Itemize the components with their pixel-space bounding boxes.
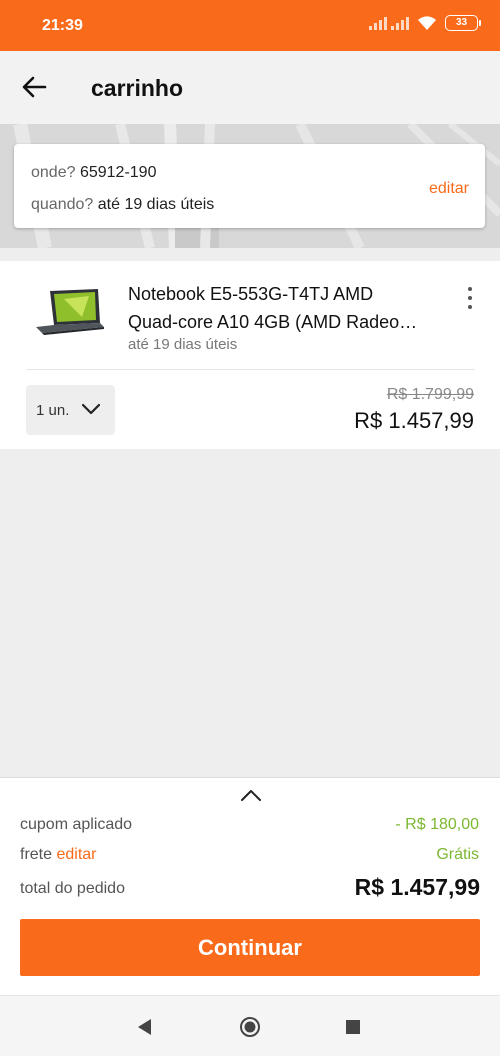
quantity-value: 1 un. [36, 402, 70, 419]
wifi-icon [418, 16, 436, 30]
edit-delivery-link[interactable]: editar [429, 180, 469, 198]
delivery-when-label: quando? [31, 196, 94, 213]
status-bar: 21:39 33 [0, 0, 500, 51]
order-summary: cupom aplicado - R$ 180,00 frete editar … [0, 777, 500, 995]
delivery-when-row: quando? até 19 dias úteis [31, 196, 214, 214]
signal-icon [369, 16, 409, 30]
cart-item: Notebook E5-553G-T4TJ AMD Quad-core A10 … [0, 261, 500, 449]
chevron-down-icon [81, 403, 101, 415]
status-icons: 33 [369, 15, 481, 31]
delivery-card: onde? 65912-190 quando? até 19 dias útei… [14, 144, 485, 228]
total-label: total do pedido [20, 880, 125, 897]
home-circle-icon[interactable] [239, 1016, 261, 1038]
product-name-line1: Notebook E5-553G-T4TJ AMD [128, 284, 374, 304]
shipping-value: Grátis [436, 846, 479, 863]
old-price: R$ 1.799,99 [386, 386, 474, 403]
current-price: R$ 1.457,99 [354, 408, 474, 433]
battery-icon: 33 [445, 15, 481, 31]
status-time: 21:39 [42, 17, 83, 34]
app-bar: carrinho [0, 51, 500, 124]
shipping-label: frete [20, 846, 53, 863]
delivery-where-label: onde? [31, 164, 76, 181]
product-eta: até 19 dias úteis [128, 336, 238, 353]
delivery-eta: até 19 dias úteis [97, 196, 215, 213]
coupon-value: - R$ 180,00 [395, 816, 479, 833]
system-nav-bar [0, 995, 500, 1056]
coupon-label: cupom aplicado [20, 816, 133, 833]
quantity-selector[interactable]: 1 un. [26, 385, 115, 435]
delivery-cep: 65912-190 [79, 164, 157, 181]
item-divider [26, 369, 475, 370]
total-value: R$ 1.457,99 [354, 874, 480, 900]
edit-shipping-link[interactable]: editar [56, 846, 96, 863]
product-name-line2: Quad-core A10 4GB (AMD Radeo… [128, 312, 418, 332]
product-thumbnail[interactable] [34, 287, 106, 335]
shipping-row-label: frete editar [20, 846, 97, 864]
arrow-back-icon[interactable] [20, 73, 48, 101]
back-triangle-icon[interactable] [134, 1016, 156, 1038]
product-name[interactable]: Notebook E5-553G-T4TJ AMD Quad-core A10 … [128, 280, 448, 336]
continue-button[interactable]: Continuar [20, 919, 480, 976]
chevron-up-icon[interactable] [240, 788, 262, 802]
recents-square-icon[interactable] [342, 1016, 364, 1038]
more-vert-icon[interactable] [464, 287, 476, 309]
delivery-where-row: onde? 65912-190 [31, 164, 156, 182]
page-title: carrinho [91, 75, 184, 101]
